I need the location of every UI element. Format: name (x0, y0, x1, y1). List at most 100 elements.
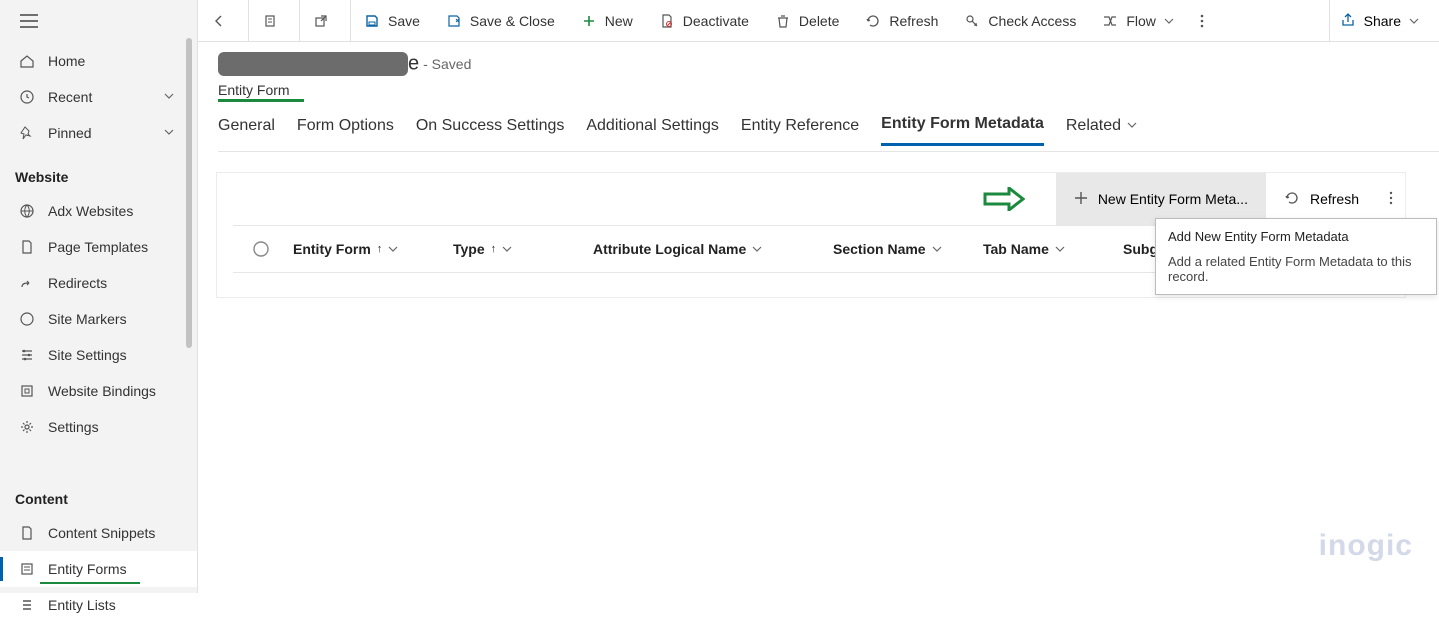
sidebar-item-entity-forms[interactable]: Entity Forms (0, 551, 197, 587)
clipboard-icon (262, 13, 278, 29)
sidebar-label: Redirects (48, 275, 107, 291)
sidebar-item-content-snippets[interactable]: Content Snippets (0, 515, 197, 551)
select-all-checkbox[interactable] (233, 240, 289, 258)
back-button[interactable] (198, 0, 248, 42)
sort-asc-icon: ↑ (377, 243, 383, 255)
form-icon (18, 561, 36, 577)
home-icon (18, 53, 36, 69)
clock-icon (18, 89, 36, 105)
sidebar-item-entity-lists[interactable]: Entity Lists (0, 587, 197, 623)
tab-general[interactable]: General (218, 117, 275, 145)
sidebar-heading-website: Website (0, 151, 197, 193)
new-button[interactable]: New (568, 0, 646, 42)
refresh-icon (1284, 190, 1300, 209)
sidebar-item-website-bindings[interactable]: Website Bindings (0, 373, 197, 409)
clipboard-button[interactable] (249, 0, 299, 42)
sidebar-item-settings[interactable]: Settings (0, 409, 197, 445)
column-section[interactable]: Section Name (833, 241, 983, 257)
tooltip-new-metadata: Add New Entity Form Metadata Add a relat… (1155, 218, 1437, 295)
save-icon (364, 13, 380, 29)
column-entity-form[interactable]: Entity Form↑ (293, 241, 453, 257)
column-tab[interactable]: Tab Name (983, 241, 1123, 257)
tab-entity-reference[interactable]: Entity Reference (741, 117, 859, 145)
snippet-icon (18, 525, 36, 541)
chevron-down-icon (163, 125, 175, 141)
chevron-down-icon (502, 244, 512, 254)
tab-related[interactable]: Related (1066, 117, 1137, 145)
column-attribute[interactable]: Attribute Logical Name (593, 241, 833, 257)
cmd-label: Flow (1126, 13, 1156, 29)
flow-icon (1102, 13, 1118, 29)
hamburger-icon (20, 14, 38, 28)
tab-additional[interactable]: Additional Settings (586, 117, 719, 145)
binding-icon (18, 383, 36, 399)
check-access-button[interactable]: Check Access (951, 0, 1089, 42)
refresh-button[interactable]: Refresh (852, 0, 951, 42)
watermark-logo: inogic (1319, 529, 1413, 563)
chevron-down-icon (163, 89, 175, 105)
save-close-button[interactable]: Save & Close (433, 0, 568, 42)
sliders-icon (18, 347, 36, 363)
redirect-icon (18, 275, 36, 291)
sidebar-label: Settings (48, 419, 99, 435)
delete-button[interactable]: Delete (762, 0, 852, 42)
popout-button[interactable] (300, 0, 350, 42)
sidebar-label: Site Markers (48, 311, 127, 327)
key-icon (964, 13, 980, 29)
globe-icon (18, 311, 36, 327)
record-header: e - Saved Entity Form (218, 52, 1439, 98)
share-button[interactable]: Share (1329, 0, 1429, 42)
redacted-title (218, 52, 408, 76)
sidebar-item-site-settings[interactable]: Site Settings (0, 337, 197, 373)
column-type[interactable]: Type↑ (453, 241, 593, 257)
sidebar-label: Content Snippets (48, 525, 155, 541)
chevron-down-icon (1409, 13, 1419, 29)
save-close-icon (446, 13, 462, 29)
chevron-down-icon (1127, 117, 1137, 134)
hamburger-button[interactable] (0, 0, 197, 43)
chevron-down-icon (932, 244, 942, 254)
title-suffix: e (408, 53, 419, 75)
tab-on-success[interactable]: On Success Settings (416, 117, 565, 145)
tooltip-description: Add a related Entity Form Metadata to th… (1168, 254, 1424, 284)
arrow-left-icon (211, 13, 227, 29)
tab-entity-form-metadata[interactable]: Entity Form Metadata (881, 115, 1044, 146)
cmd-label: Delete (799, 13, 839, 29)
trash-icon (775, 13, 791, 29)
chevron-down-icon (388, 244, 398, 254)
sidebar-item-redirects[interactable]: Redirects (0, 265, 197, 301)
record-type-label: Entity Form (218, 82, 294, 98)
cmd-label: Check Access (988, 13, 1076, 29)
sidebar-item-home[interactable]: Home (0, 43, 197, 79)
popout-icon (313, 13, 329, 29)
save-button[interactable]: Save (351, 0, 433, 42)
refresh-icon (865, 13, 881, 29)
sidebar-item-recent[interactable]: Recent (0, 79, 197, 115)
flow-button[interactable]: Flow (1089, 0, 1187, 42)
chevron-down-icon (752, 244, 762, 254)
btn-label: New Entity Form Meta... (1098, 191, 1248, 207)
sidebar-item-site-markers[interactable]: Site Markers (0, 301, 197, 337)
more-button[interactable] (1187, 0, 1225, 42)
plus-icon (581, 13, 597, 29)
deactivate-button[interactable]: Deactivate (646, 0, 762, 42)
sidebar-label: Site Settings (48, 347, 127, 363)
selected-underline (40, 582, 140, 584)
deactivate-icon (659, 13, 675, 29)
sidebar-label: Pinned (48, 125, 92, 141)
globe-icon (18, 203, 36, 219)
sidebar-item-page-templates[interactable]: Page Templates (0, 229, 197, 265)
plus-icon (1074, 191, 1088, 208)
sidebar-item-pinned[interactable]: Pinned (0, 115, 197, 151)
sort-asc-icon: ↑ (491, 243, 497, 255)
share-icon (1340, 12, 1356, 31)
sidebar-label: Page Templates (48, 239, 148, 255)
cmd-label: Share (1364, 13, 1401, 29)
sidebar-item-adx[interactable]: Adx Websites (0, 193, 197, 229)
chevron-down-icon (1164, 13, 1174, 29)
cmd-label: Save (388, 13, 420, 29)
tab-form-options[interactable]: Form Options (297, 117, 394, 145)
more-vertical-icon (1200, 13, 1204, 29)
sidebar-heading-content: Content (0, 473, 197, 515)
cmd-label: Deactivate (683, 13, 749, 29)
